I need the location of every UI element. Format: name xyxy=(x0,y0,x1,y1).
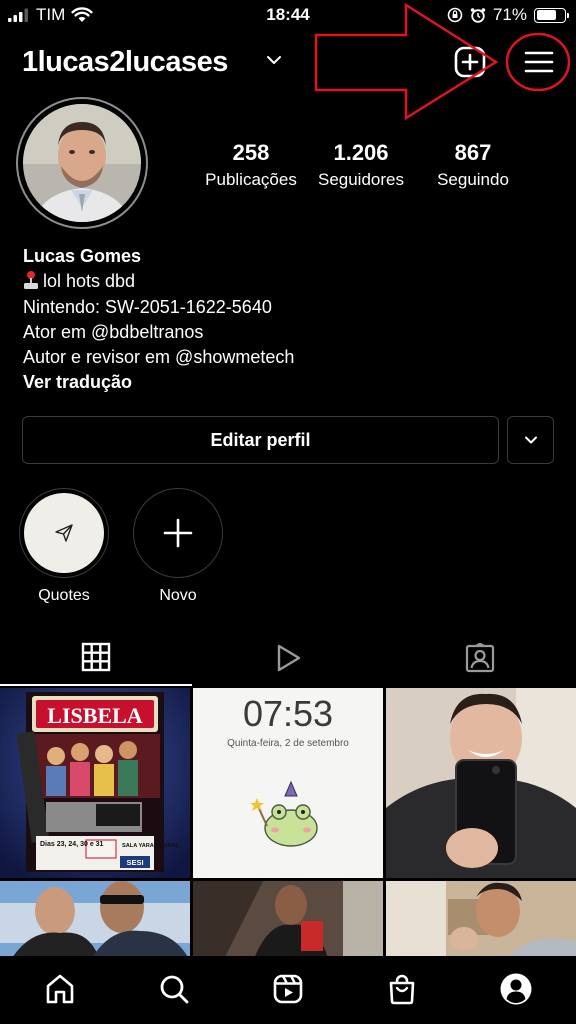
stat-label: Seguindo xyxy=(437,170,509,189)
nav-search[interactable] xyxy=(156,971,192,1007)
home-icon xyxy=(46,974,74,1004)
new-post-button[interactable] xyxy=(454,46,486,78)
stat-label: Publicações xyxy=(205,170,297,189)
grid-post[interactable]: 07:53 Quinta-feira, 2 de setembro xyxy=(193,688,383,878)
search-icon xyxy=(160,975,189,1004)
username[interactable]: 1lucas2lucases xyxy=(22,46,228,79)
stat-label: Seguidores xyxy=(317,170,404,189)
highlight-new[interactable]: Novo xyxy=(133,488,223,605)
poster-sponsor: SESI xyxy=(126,858,143,867)
bottom-navigation xyxy=(0,956,576,1024)
profile-tabs xyxy=(0,630,576,686)
grid-post[interactable] xyxy=(193,881,383,956)
stat-followers[interactable]: 1.206 Seguidores xyxy=(306,140,416,190)
status-bar: TIM 18:44 71% xyxy=(0,0,576,32)
grid-post[interactable] xyxy=(0,881,190,956)
profile-bio: Lucas Gomes lol hots dbd Nintendo: SW-20… xyxy=(23,244,294,396)
bio-line[interactable]: Autor e revisor em @showmetech xyxy=(23,345,294,370)
highlight-cover xyxy=(138,493,218,573)
avatar[interactable] xyxy=(23,104,141,222)
stat-value: 1.206 xyxy=(333,140,389,165)
bio-line[interactable]: Ator em @bdbeltranos xyxy=(23,320,294,345)
stat-value: 867 xyxy=(454,140,492,165)
lock-date: Quinta-feira, 2 de setembro xyxy=(227,738,349,749)
joystick-icon xyxy=(24,271,38,290)
grid-post[interactable]: LISBELA Dias 23, 24, 30 e 31 SALA YARA A… xyxy=(0,688,190,878)
post-image-group xyxy=(0,881,190,956)
posts-grid: LISBELA Dias 23, 24, 30 e 31 SALA YARA A… xyxy=(0,688,576,956)
chevron-down-icon[interactable] xyxy=(266,54,282,66)
orientation-lock-icon xyxy=(447,7,463,23)
plus-icon xyxy=(163,518,193,548)
bio-text: lol hots dbd xyxy=(43,271,136,292)
chevron-down-icon xyxy=(524,436,537,444)
highlight-quotes[interactable]: Quotes xyxy=(19,488,109,605)
highlight-label: Novo xyxy=(159,587,197,604)
tab-tagged[interactable] xyxy=(384,630,576,686)
profile-header: 1lucas2lucases xyxy=(22,40,576,88)
avatar-image xyxy=(23,104,141,222)
stat-posts[interactable]: 258 Publicações xyxy=(196,140,306,190)
poster-title: LISBELA xyxy=(47,703,142,728)
post-image-family xyxy=(386,881,576,956)
grid-post[interactable] xyxy=(386,881,576,956)
bio-line: lol hots dbd xyxy=(23,269,294,294)
grid-post[interactable] xyxy=(386,688,576,878)
post-image-lockscreen: 07:53 Quinta-feira, 2 de setembro xyxy=(193,688,383,878)
nav-home[interactable] xyxy=(42,971,78,1007)
display-name: Lucas Gomes xyxy=(23,246,142,266)
poster-dates: Dias 23, 24, 30 e 31 xyxy=(40,841,104,848)
profile-avatar-ring[interactable] xyxy=(16,97,148,229)
reels-icon xyxy=(273,974,303,1004)
see-translation-link[interactable]: Ver tradução xyxy=(23,370,294,395)
nav-shop[interactable] xyxy=(384,971,420,1007)
battery-level xyxy=(536,10,556,20)
tab-posts-grid[interactable] xyxy=(0,630,192,686)
battery-icon xyxy=(534,7,569,23)
grid-icon xyxy=(81,642,111,672)
nav-reels[interactable] xyxy=(270,971,306,1007)
alarm-icon xyxy=(470,8,486,23)
nav-profile[interactable] xyxy=(498,971,534,1007)
status-right: 71% xyxy=(447,5,569,25)
menu-button[interactable] xyxy=(522,46,556,78)
suggestions-toggle-button[interactable] xyxy=(507,416,554,464)
shopping-bag-icon xyxy=(389,974,415,1005)
bio-line: Nintendo: SW-2051-1622-5640 xyxy=(23,296,272,317)
highlight-cover xyxy=(24,493,104,573)
tagged-person-icon xyxy=(465,643,495,673)
edit-profile-button[interactable]: Editar perfil xyxy=(22,416,499,464)
reels-play-icon xyxy=(277,644,301,672)
stat-value: 258 xyxy=(232,140,270,165)
profile-icon xyxy=(500,973,532,1005)
stat-following[interactable]: 867 Seguindo xyxy=(418,140,528,190)
post-image-selfie xyxy=(386,688,576,878)
poster-venue: SALA YARA AMARAL xyxy=(122,843,180,849)
post-image-poster: LISBELA Dias 23, 24, 30 e 31 SALA YARA A… xyxy=(0,688,190,878)
highlight-label: Quotes xyxy=(38,587,90,604)
tab-reels[interactable] xyxy=(192,630,384,686)
highlight-ring[interactable] xyxy=(19,488,109,578)
paper-plane-icon xyxy=(55,524,73,542)
battery-percent: 71% xyxy=(492,5,527,24)
post-image-room xyxy=(193,881,383,956)
highlight-ring[interactable] xyxy=(133,488,223,578)
lock-time: 07:53 xyxy=(243,693,333,734)
